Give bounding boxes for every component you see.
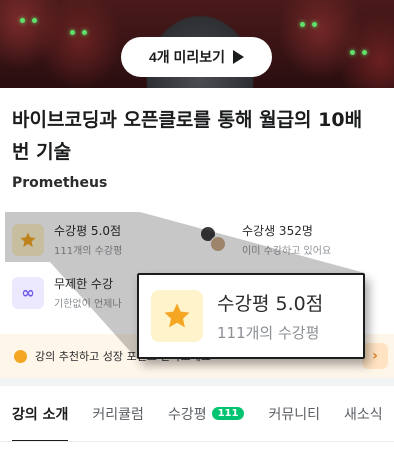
- course-tabs: 강의 소개 커리큘럼 수강평 111 커뮤니티 새소식: [0, 386, 394, 442]
- star-icon: [12, 223, 44, 256]
- zoom-rating-title: 수강평 5.0점: [217, 293, 324, 315]
- rating-zoom-callout: 수강평 5.0점 111개의 수강평: [137, 273, 365, 359]
- hero-decoration: [70, 30, 75, 35]
- unlimited-sub: 기한없이 언제나: [54, 299, 122, 310]
- students-sub: 이미 수강하고 있어요: [242, 246, 332, 257]
- course-preview-video[interactable]: 4개 미리보기: [0, 0, 394, 88]
- review-count-badge: 111: [211, 407, 245, 420]
- hero-decoration: [82, 30, 87, 35]
- tab-curriculum[interactable]: 커리큘럼: [92, 386, 144, 441]
- chevron-right-icon[interactable]: ›: [362, 343, 388, 369]
- hero-decoration: [32, 18, 37, 23]
- zoom-rating-count: 111개의 수강평: [217, 324, 320, 342]
- hero-decoration: [20, 18, 25, 23]
- play-icon: [233, 50, 245, 64]
- students-stat: 수강생 352명 이미 수강하고 있어요: [200, 222, 331, 257]
- hero-decoration: [300, 22, 305, 27]
- tab-intro[interactable]: 강의 소개: [12, 386, 69, 441]
- infinity-icon: ∞: [12, 276, 44, 309]
- tab-news[interactable]: 새소식: [343, 386, 383, 441]
- tab-label: 강의 소개: [12, 406, 69, 423]
- tab-reviews[interactable]: 수강평 111: [167, 386, 245, 441]
- tab-label: 커뮤니티: [268, 406, 320, 423]
- hero-decoration: [312, 22, 317, 27]
- tab-label: 새소식: [343, 406, 383, 423]
- unlimited-stat: ∞ 무제한 수강 기한없이 언제나: [12, 275, 122, 310]
- hero-decoration: [350, 50, 355, 55]
- course-author[interactable]: Prometheus: [12, 175, 107, 191]
- tab-community[interactable]: 커뮤니티: [268, 386, 320, 441]
- preview-button[interactable]: 4개 미리보기: [121, 37, 272, 77]
- tab-label: 수강평: [167, 406, 207, 423]
- student-avatars: [200, 224, 232, 256]
- course-title: 바이브코딩과 오픈클로를 통해 월급의 10배 번 기술: [12, 109, 363, 163]
- unlimited-title: 무제한 수강: [54, 277, 114, 291]
- star-icon: [151, 290, 203, 342]
- section-divider: [0, 378, 394, 386]
- smile-icon: [14, 349, 27, 363]
- rating-count: 111개의 수강평: [54, 246, 123, 257]
- rating-title: 수강평 5.0점: [54, 224, 122, 238]
- tab-label: 커리큘럼: [92, 406, 144, 423]
- preview-button-label: 4개 미리보기: [148, 49, 226, 65]
- hero-decoration: [362, 50, 367, 55]
- avatar: [210, 235, 226, 252]
- rating-stat[interactable]: 수강평 5.0점 111개의 수강평: [12, 222, 122, 257]
- students-title: 수강생 352명: [242, 224, 313, 238]
